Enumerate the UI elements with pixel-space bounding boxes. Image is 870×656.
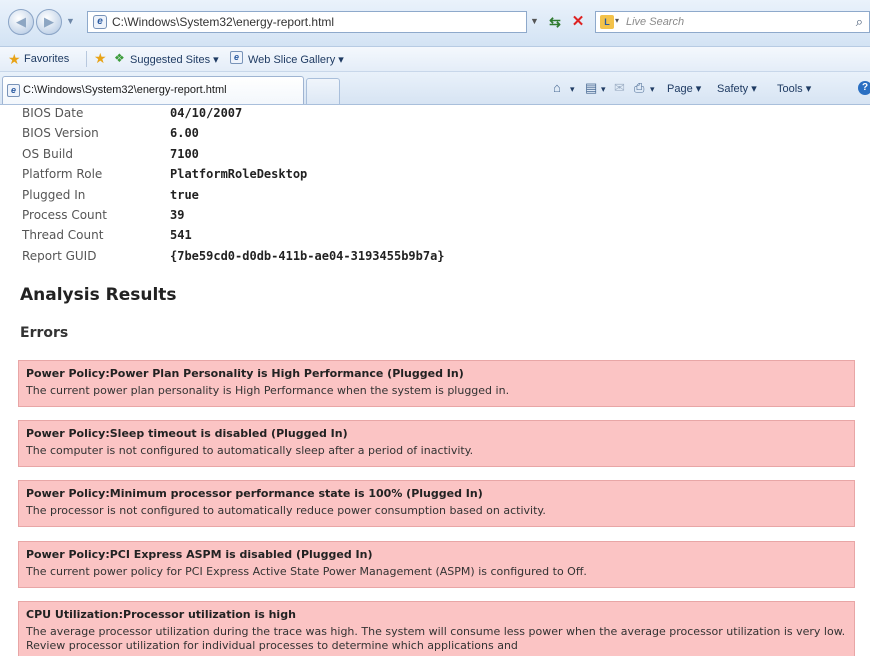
- info-value: 04/10/2007: [170, 106, 243, 120]
- address-input[interactable]: e C:\Windows\System32\energy-report.html: [87, 11, 527, 33]
- favorites-button[interactable]: Favorites: [24, 53, 69, 65]
- help-icon[interactable]: ?: [858, 81, 870, 95]
- web-slice-gallery-button[interactable]: Web Slice Gallery ▾: [248, 53, 344, 66]
- info-value: 39: [170, 208, 185, 222]
- feeds-icon[interactable]: ▤: [585, 80, 597, 96]
- info-value: true: [170, 187, 199, 202]
- page-content: BIOS Date 04/10/2007 BIOS Version 6.00 OS Bu…: [0, 105, 870, 656]
- home-dropdown-icon[interactable]: ▾: [570, 84, 575, 95]
- safety-menu[interactable]: Safety ▾: [717, 82, 757, 95]
- back-button[interactable]: ◀: [8, 9, 34, 35]
- info-label: Thread Count: [22, 228, 104, 243]
- info-row: OS Build 7100: [22, 147, 622, 167]
- error-title: Power Policy:PCI Express ASPM is disable…: [26, 548, 373, 561]
- suggested-sites-icon: ❖: [114, 51, 125, 65]
- error-item: CPU Utilization:Processor utilization is…: [18, 601, 855, 656]
- suggested-sites-button[interactable]: Suggested Sites ▾: [130, 53, 219, 66]
- read-mail-icon[interactable]: ✉: [614, 80, 625, 96]
- error-description: The processor is not configured to autom…: [26, 504, 546, 517]
- errors-heading: Errors: [20, 325, 69, 341]
- error-title: CPU Utilization:Processor utilization is…: [26, 608, 296, 621]
- info-row: Plugged In true: [22, 188, 622, 208]
- info-value: PlatformRoleDesktop: [170, 167, 308, 182]
- error-item: Power Policy:Sleep timeout is disabled (…: [18, 420, 855, 467]
- favorites-star-icon[interactable]: ★: [8, 51, 21, 68]
- page-icon: e: [93, 15, 107, 29]
- search-provider-icon[interactable]: L: [600, 15, 614, 29]
- feeds-dropdown-icon[interactable]: ▾: [601, 84, 606, 95]
- search-provider-dropdown-icon[interactable]: ▾: [615, 16, 619, 25]
- tab-command-bar: e C:\Windows\System32\energy-report.html…: [0, 72, 870, 105]
- info-label: Report GUID: [22, 248, 97, 263]
- tab-title[interactable]: C:\Windows\System32\energy-report.html: [23, 84, 227, 96]
- info-label: OS Build: [22, 146, 73, 161]
- search-input[interactable]: L ▾ Live Search ⌕: [595, 11, 870, 33]
- info-row: BIOS Date 04/10/2007: [22, 106, 622, 126]
- info-label: Platform Role: [22, 167, 103, 182]
- error-item: Power Policy:PCI Express ASPM is disable…: [18, 541, 855, 588]
- info-value: 541: [170, 228, 192, 243]
- add-favorite-icon[interactable]: ★: [94, 50, 107, 67]
- info-label: BIOS Version: [22, 126, 99, 141]
- address-text[interactable]: C:\Windows\System32\energy-report.html: [112, 15, 334, 29]
- tab-energy-report[interactable]: e C:\Windows\System32\energy-report.html: [2, 76, 304, 104]
- back-arrow-icon: ◀: [16, 14, 26, 29]
- search-icon[interactable]: ⌕: [856, 14, 863, 30]
- error-title: Power Policy:Minimum processor performan…: [26, 487, 483, 500]
- address-bar-row: ◀ ▶ ▼ e C:\Windows\System32\energy-repor…: [0, 0, 870, 47]
- print-dropdown-icon[interactable]: ▾: [650, 84, 655, 95]
- info-row: BIOS Version 6.00: [22, 126, 622, 146]
- info-row: Report GUID {7be59cd0-d0db-411b-ae04-3193…: [22, 249, 622, 269]
- forward-button[interactable]: ▶: [36, 9, 62, 35]
- error-description: The current power policy for PCI Express…: [26, 565, 587, 578]
- tools-menu[interactable]: Tools ▾: [777, 82, 811, 95]
- info-row: Thread Count 541: [22, 228, 622, 248]
- favorites-divider: [86, 51, 87, 67]
- error-description: The current power plan personality is Hi…: [26, 384, 510, 397]
- favorites-bar: ★ Favorites ★ ❖ Suggested Sites ▾ e Web …: [0, 47, 870, 72]
- forward-arrow-icon: ▶: [44, 14, 54, 29]
- new-tab-button[interactable]: [306, 78, 340, 104]
- analysis-results-heading: Analysis Results: [20, 285, 177, 305]
- print-icon[interactable]: ⎙: [634, 80, 644, 96]
- error-description: The average processor utilization during…: [26, 625, 846, 652]
- address-dropdown-icon[interactable]: ▼: [530, 16, 539, 26]
- info-value: 7100: [170, 146, 199, 161]
- tab-page-icon: e: [7, 84, 20, 97]
- info-row: Process Count 39: [22, 208, 622, 228]
- recent-pages-dropdown-icon[interactable]: ▼: [66, 16, 75, 26]
- refresh-icon[interactable]: ⇆: [545, 12, 565, 32]
- info-row: Platform Role PlatformRoleDesktop: [22, 167, 622, 187]
- info-label: BIOS Date: [22, 106, 84, 120]
- error-item: Power Policy:Minimum processor performan…: [18, 480, 855, 527]
- error-item: Power Policy:Power Plan Personality is H…: [18, 360, 855, 407]
- search-placeholder[interactable]: Live Search: [626, 16, 684, 28]
- info-value: {7be59cd0-d0db-411b-ae04-3193455b9b7a}: [170, 248, 445, 263]
- error-title: Power Policy:Sleep timeout is disabled (…: [26, 427, 348, 440]
- stop-icon[interactable]: ✕: [568, 12, 588, 32]
- page-menu[interactable]: Page ▾: [667, 82, 701, 95]
- web-slice-icon: e: [230, 51, 243, 64]
- info-value: 6.00: [170, 126, 199, 141]
- home-icon[interactable]: ⌂: [553, 80, 561, 95]
- info-label: Process Count: [22, 208, 107, 222]
- error-description: The computer is not configured to automa…: [26, 444, 474, 457]
- error-title: Power Policy:Power Plan Personality is H…: [26, 367, 464, 380]
- info-label: Plugged In: [22, 187, 86, 202]
